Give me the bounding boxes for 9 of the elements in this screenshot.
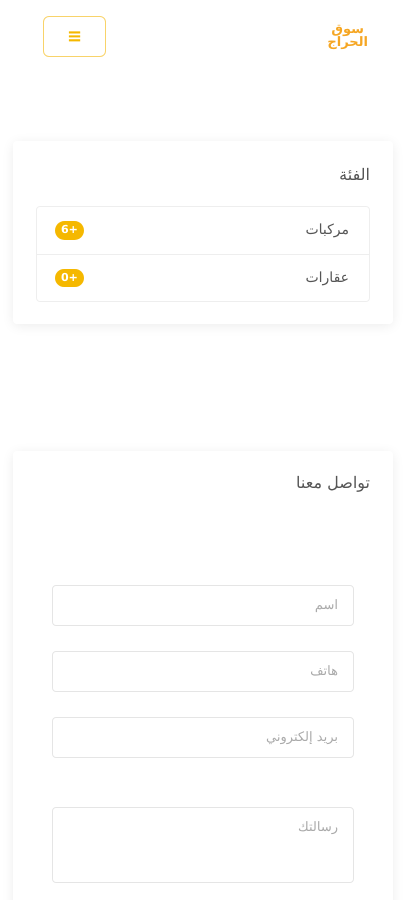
input-field[interactable]: اسم [52,585,354,626]
count-badge: 6+ [55,221,84,240]
logo: سوق الحراج [327,23,368,49]
count-badge: 0+ [55,268,84,288]
card-title: تواصل معنا [295,472,370,494]
card-title: الفئة [338,164,370,186]
input-field[interactable]: بريد إلكتروني [52,717,354,758]
message-field[interactable]: رسالتك [52,807,354,883]
input-field[interactable]: هاتف [52,651,354,692]
